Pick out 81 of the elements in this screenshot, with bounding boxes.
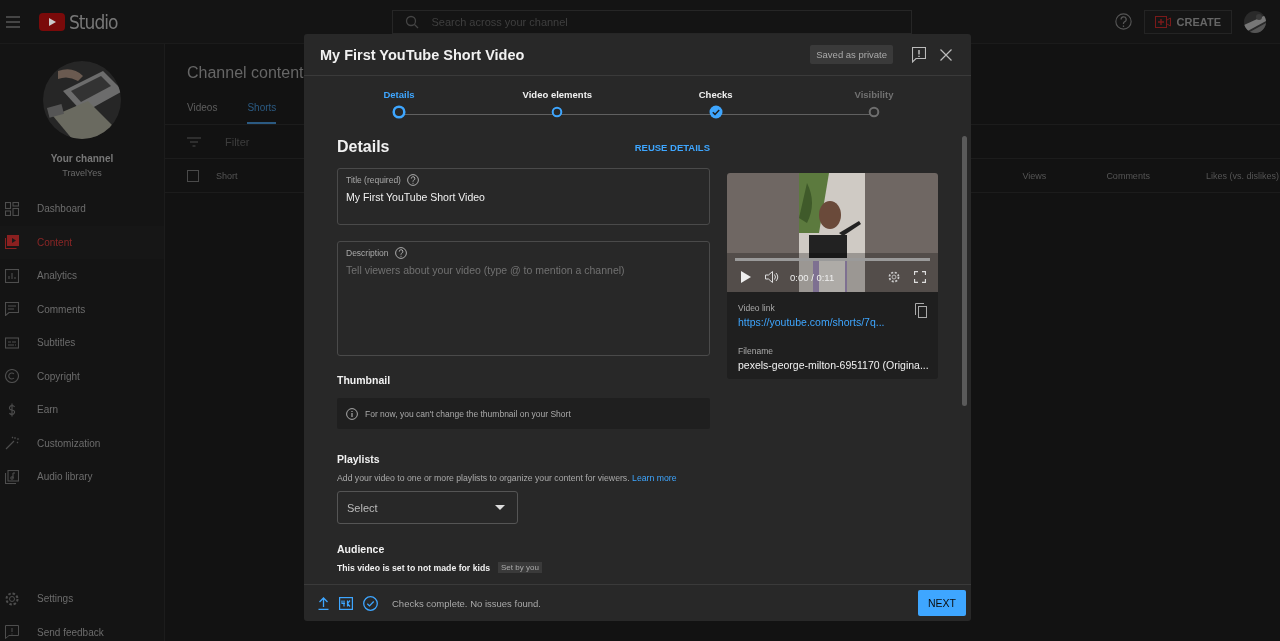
page-title: Channel content	[187, 64, 304, 82]
channel-name: TravelYes	[62, 168, 102, 178]
feedback-icon	[5, 625, 19, 640]
description-input[interactable]: Tell viewers about your video (type @ to mention a channel)	[346, 264, 701, 350]
video-plus-icon	[1154, 15, 1171, 28]
sidebar-item[interactable]: Earn	[0, 393, 164, 427]
close-icon[interactable]	[940, 48, 952, 61]
play-icon[interactable]	[741, 271, 751, 283]
sidebar-item[interactable]: Customization	[0, 426, 164, 460]
subtitles-icon	[5, 335, 19, 350]
check-circle-icon[interactable]	[363, 595, 378, 611]
caret-icon	[495, 505, 505, 510]
upload-icon[interactable]	[318, 596, 329, 610]
copy-icon[interactable]	[915, 303, 927, 318]
dialog-title: My First YouTube Short Video	[320, 46, 525, 63]
fullscreen-icon[interactable]	[914, 271, 926, 283]
logo-text: Studio	[69, 10, 118, 33]
sidebar-item[interactable]: Analytics	[0, 259, 164, 293]
title-input[interactable]: My First YouTube Short Video	[346, 191, 701, 203]
feedback-icon[interactable]	[912, 46, 926, 63]
video-link[interactable]: https://youtube.com/shorts/7q...	[738, 316, 885, 328]
section-heading: Details	[337, 138, 390, 156]
channel-label: Your channel	[50, 153, 114, 164]
info-label: Filename	[738, 346, 774, 356]
settings-icon	[5, 591, 19, 606]
notice-text: For now, you can't change the thumbnail on your Short	[365, 408, 571, 419]
content-icon	[5, 235, 19, 250]
column-header: Views	[1022, 170, 1047, 181]
sidebar-item[interactable]: Settings	[0, 582, 164, 616]
search-icon	[405, 14, 420, 29]
help-icon[interactable]	[406, 174, 419, 186]
help-icon[interactable]	[394, 247, 407, 259]
column-header: Likes (vs. dislikes)	[1205, 170, 1279, 181]
analytics-icon	[5, 268, 19, 283]
next-button[interactable]: NEXT	[918, 590, 966, 616]
progress-track[interactable]	[735, 258, 930, 261]
audience-text: This video is set to not made for kids	[337, 562, 491, 573]
scrollbar-thumb[interactable]	[962, 136, 967, 406]
field-label: Title (required)	[346, 175, 401, 185]
status-chip: Saved as private	[810, 45, 893, 64]
copyright-icon	[5, 369, 19, 384]
tab[interactable]: Shorts	[247, 102, 277, 124]
audio-icon	[5, 469, 19, 484]
sidebar-item[interactable]: Comments	[0, 292, 164, 326]
step-tab[interactable]: Video elements	[522, 89, 593, 100]
sidebar-item[interactable]: Audio library	[0, 460, 164, 494]
section-heading: Playlists	[337, 453, 381, 465]
playlists-description: Add your video to one or more playlists to organize your content for viewers. Learn more	[337, 473, 678, 483]
step-tab[interactable]: Checks	[698, 89, 733, 100]
customization-icon	[5, 436, 19, 451]
help-icon[interactable]	[1114, 13, 1132, 30]
sidebar-item[interactable]: Dashboard	[0, 192, 164, 226]
step-tab[interactable]: Visibility	[854, 89, 894, 100]
playlist-dropdown[interactable]: Select	[337, 491, 518, 524]
play-logo-icon	[39, 12, 65, 31]
volume-icon[interactable]	[765, 271, 779, 283]
create-button[interactable]: CREATE	[1143, 9, 1232, 34]
checkbox[interactable]	[187, 169, 199, 182]
sidebar-item[interactable]: Copyright	[0, 359, 164, 393]
info-label: Video link	[738, 303, 776, 313]
field-label: Description	[346, 248, 389, 258]
dashboard-icon	[5, 201, 19, 216]
sidebar-item[interactable]: Send feedback	[0, 615, 164, 641]
sidebar-item[interactable]: Subtitles	[0, 326, 164, 360]
time-display: 0:00 / 0:11	[790, 271, 835, 283]
section-heading: Thumbnail	[337, 374, 392, 386]
learn-more-link[interactable]: Learn more	[632, 473, 677, 483]
section-heading: Audience	[337, 543, 386, 555]
title-field[interactable]: Title (required) My First YouTube Short Video	[337, 168, 710, 225]
settings-icon[interactable]	[888, 271, 900, 283]
filename: pexels-george-milton-6951170 (Origina...	[738, 359, 927, 371]
column-header: Comments	[1106, 170, 1150, 181]
description-field[interactable]: Description Tell viewers about your video (type @ to mention a channel)	[337, 241, 710, 356]
checks-status: Checks complete. No issues found.	[392, 597, 541, 609]
tab[interactable]: Videos	[187, 102, 218, 124]
set-by-tag: Set by you	[498, 562, 542, 573]
reuse-details-button[interactable]: REUSE DETAILS	[634, 141, 710, 153]
comments-icon	[5, 302, 19, 317]
step-tab[interactable]: Details	[383, 89, 415, 100]
hd-icon[interactable]	[339, 596, 353, 610]
info-icon	[346, 407, 358, 420]
